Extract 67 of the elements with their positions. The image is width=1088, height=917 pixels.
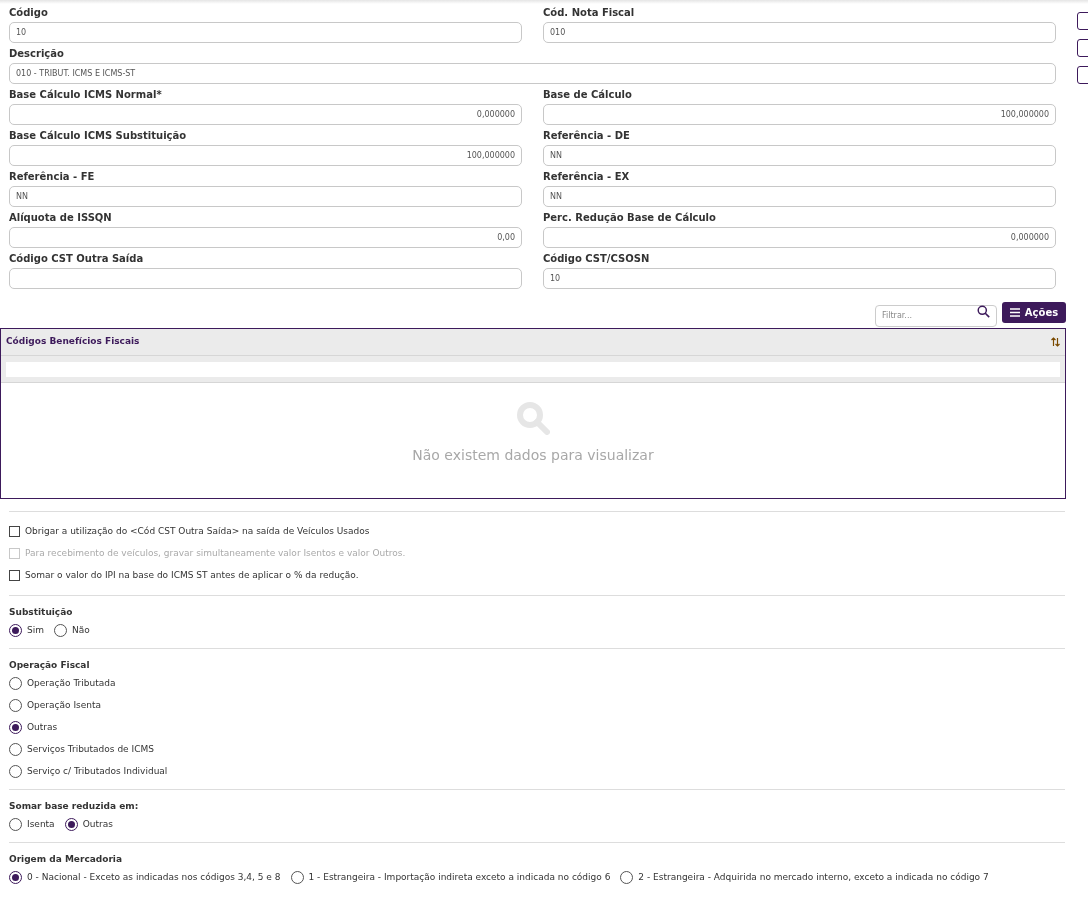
radio-button[interactable] xyxy=(290,871,304,884)
actions-button[interactable]: Ações xyxy=(1002,301,1066,323)
radio-button[interactable] xyxy=(9,871,22,884)
group-title: Origem da Mercadoria xyxy=(9,853,123,866)
empty-message: Não existem dados para visualizar xyxy=(412,446,654,465)
input-field[interactable]: NN xyxy=(9,186,522,207)
checkbox[interactable] xyxy=(9,526,20,537)
group-title: Operação Fiscal xyxy=(9,659,91,672)
field-label: Alíquota de ISSQN xyxy=(9,211,113,225)
field-label: Código CST Outra Saída xyxy=(9,252,145,266)
radio-label: Outras xyxy=(27,720,58,734)
radio-button[interactable] xyxy=(9,743,22,756)
group-title: Substituição xyxy=(9,606,74,619)
checkbox-label: Para recebimento de veículos, gravar simultaneamente valor Isentos e valor Outros. xyxy=(25,546,406,560)
input-field[interactable]: 10 xyxy=(9,22,522,43)
field-label: Referência - FE xyxy=(9,170,96,184)
radio-label: 0 - Nacional - Exceto as indicadas nos códigos 3,4, 5 e 8 xyxy=(27,870,281,884)
radio-button[interactable] xyxy=(54,624,67,637)
field-label: Código CST/CSOSN xyxy=(543,252,651,266)
input-field[interactable]: 100,000000 xyxy=(543,104,1056,125)
radio-label: 2 - Estrangeira - Adquirida no mercado interno, exceto a indicada no código 7 xyxy=(638,870,989,884)
field-label: Base de Cálculo xyxy=(543,88,633,102)
field-label: Base Cálculo ICMS Normal* xyxy=(9,88,163,102)
field-label: Referência - EX xyxy=(543,170,631,184)
input-field[interactable] xyxy=(9,268,522,289)
radio-button[interactable] xyxy=(64,818,78,831)
radio-button[interactable] xyxy=(9,624,22,637)
radio-label: Outras xyxy=(82,817,113,831)
radio-button[interactable] xyxy=(9,677,22,690)
radio-label: Serviços Tributados de ICMS xyxy=(27,742,154,756)
grid-title: Códigos Benefícios Fiscais xyxy=(6,335,140,349)
field-label: Código xyxy=(9,6,49,20)
input-field[interactable]: 0,000000 xyxy=(9,104,522,125)
radio-button[interactable] xyxy=(9,699,22,712)
input-field[interactable]: 100,000000 xyxy=(9,145,522,166)
radio-label: Não xyxy=(72,623,90,637)
radio-button[interactable] xyxy=(9,765,22,778)
radio-label: Isenta xyxy=(27,817,55,831)
filter-field[interactable]: Filtrar... xyxy=(875,304,997,327)
input-field[interactable]: NN xyxy=(543,145,1056,166)
radio-button[interactable] xyxy=(9,721,22,734)
search-icon xyxy=(516,401,550,435)
menu-icon xyxy=(1009,307,1020,317)
group-title: Somar base reduzida em: xyxy=(9,800,140,813)
checkbox-label: Somar o valor do IPI na base do ICMS ST antes de aplicar o % da redução. xyxy=(25,568,359,582)
input-field[interactable]: 0,000000 xyxy=(543,227,1056,248)
input-field[interactable]: 10 xyxy=(543,268,1056,289)
radio-button[interactable] xyxy=(9,818,22,831)
radio-label: Serviço c/ Tributados Individual xyxy=(27,764,168,778)
sort-icon[interactable] xyxy=(1051,337,1060,347)
field-label: Cód. Nota Fiscal xyxy=(543,6,636,20)
radio-label: Operação Isenta xyxy=(27,698,101,712)
field-label: Base Cálculo ICMS Substituição xyxy=(9,129,188,143)
field-label: Descrição xyxy=(9,47,65,61)
checkbox-label: Obrigar a utilização do <Cód CST Outra Saída> na saída de Veículos Usados xyxy=(25,524,370,538)
input-field[interactable]: 010 xyxy=(543,22,1056,43)
input-field[interactable]: 010 - TRIBUT. ICMS E ICMS-ST xyxy=(9,63,1056,84)
radio-button[interactable] xyxy=(620,871,634,884)
input-field[interactable]: 0,00 xyxy=(9,227,522,248)
checkbox[interactable] xyxy=(9,570,20,581)
field-label: Perc. Redução Base de Cálculo xyxy=(543,211,717,225)
radio-label: Operação Tributada xyxy=(27,676,116,690)
input-field[interactable]: NN xyxy=(543,186,1056,207)
field-label: Referência - DE xyxy=(543,129,631,143)
radio-label: Sim xyxy=(27,623,44,637)
search-icon xyxy=(977,305,990,318)
radio-label: 1 - Estrangeira - Importação indireta exceto a indicada no código 6 xyxy=(308,870,611,884)
